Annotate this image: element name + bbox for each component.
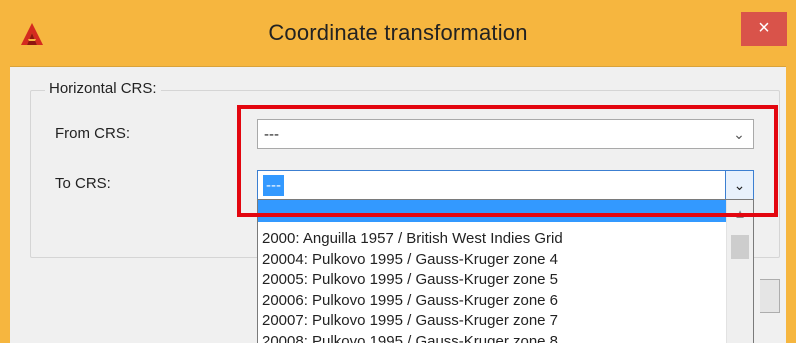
from-crs-label: From CRS: (55, 125, 130, 142)
list-item[interactable]: 20004: Pulkovo 1995 / Gauss-Kruger zone … (262, 250, 563, 271)
list-item[interactable]: 2000: Anguilla 1957 / British West Indie… (262, 229, 563, 250)
partially-hidden-button[interactable] (760, 279, 780, 313)
to-crs-dropdown-list[interactable]: 2000: Anguilla 1957 / British West Indie… (257, 199, 754, 343)
list-item[interactable]: 20007: Pulkovo 1995 / Gauss-Kruger zone … (262, 311, 563, 332)
to-crs-label: To CRS: (55, 175, 111, 192)
close-icon: × (758, 17, 770, 39)
window-title: Coordinate transformation (268, 20, 528, 45)
dropdown-scrollbar[interactable]: ▲ (726, 200, 753, 343)
group-label: Horizontal CRS: (45, 80, 161, 97)
close-button[interactable]: × (741, 12, 787, 46)
annotation-highlight-box (237, 105, 778, 217)
list-item[interactable]: 20006: Pulkovo 1995 / Gauss-Kruger zone … (262, 291, 563, 312)
list-item[interactable]: 20005: Pulkovo 1995 / Gauss-Kruger zone … (262, 270, 563, 291)
scroll-thumb[interactable] (731, 235, 749, 259)
list-item[interactable]: 20008: Pulkovo 1995 / Gauss-Kruger zone … (262, 332, 563, 343)
title-bar[interactable]: Coordinate transformation × (0, 0, 796, 66)
dropdown-items: 2000: Anguilla 1957 / British West Indie… (262, 229, 563, 343)
